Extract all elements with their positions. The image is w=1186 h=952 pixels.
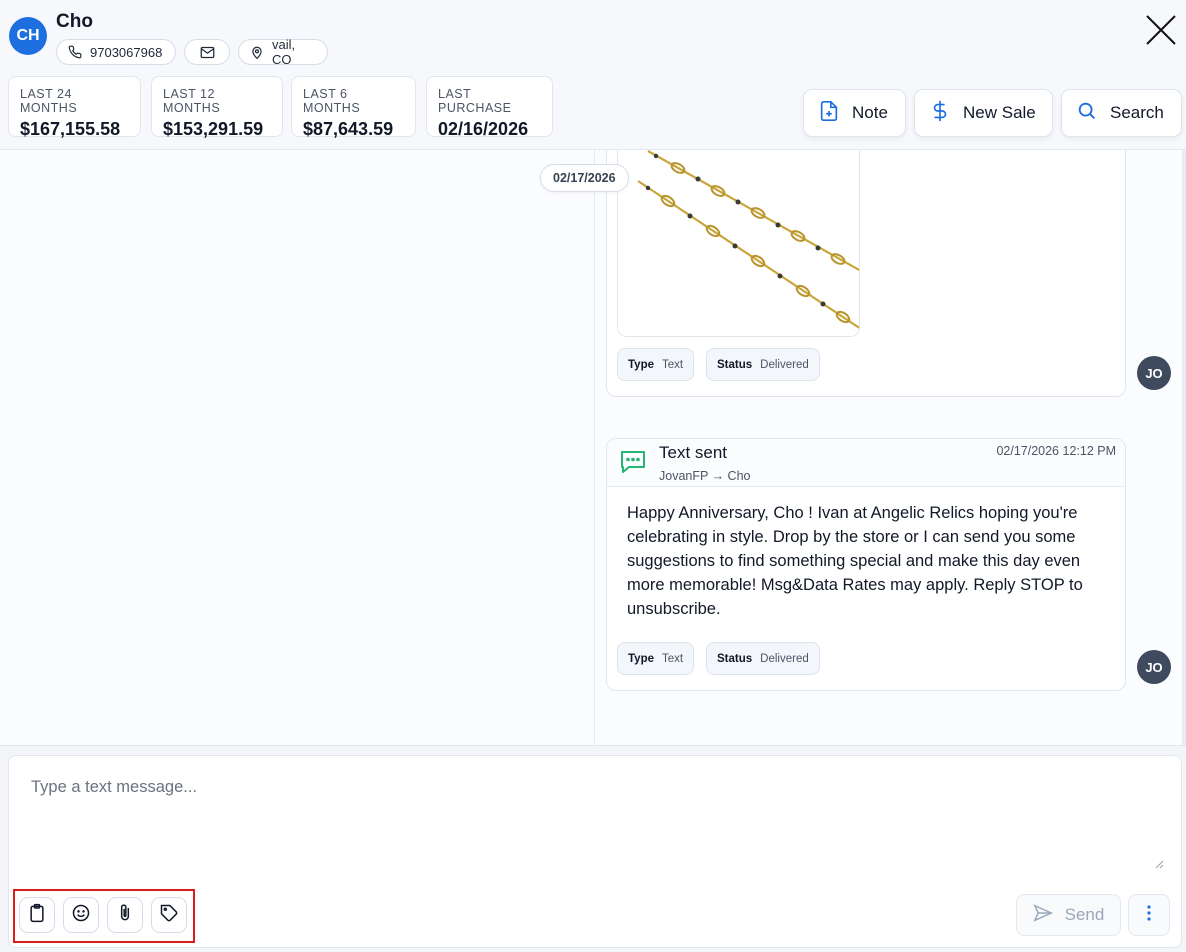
stat-value: $87,643.59 bbox=[303, 119, 394, 139]
close-icon bbox=[1146, 15, 1176, 45]
type-key: Type bbox=[628, 652, 654, 665]
tag-icon bbox=[159, 903, 179, 928]
stat-label: LAST 24 MONTHS bbox=[20, 87, 78, 115]
tag-button[interactable] bbox=[151, 897, 187, 933]
stat-last-6-months: LAST 6 MONTHS $87,643.59 bbox=[291, 76, 416, 139]
note-label: Note bbox=[852, 103, 888, 122]
scrollbar[interactable] bbox=[1182, 150, 1186, 745]
stat-last-12-months: LAST 12 MONTHS $153,291.59 bbox=[151, 76, 283, 139]
status-key: Status bbox=[717, 652, 753, 665]
chat-bubble-icon bbox=[619, 449, 647, 480]
stat-label: LAST 12 MONTHS bbox=[163, 87, 221, 115]
message-title: Text sent bbox=[659, 443, 728, 462]
email-chip[interactable] bbox=[184, 39, 230, 65]
type-value: Text bbox=[662, 358, 684, 371]
message-body: Happy Anniversary, Cho ! Ivan at Angelic… bbox=[627, 504, 1083, 618]
status-key: Status bbox=[717, 358, 753, 371]
sender-avatar: JO bbox=[1137, 650, 1171, 684]
type-tag: Type Text bbox=[617, 642, 695, 675]
conversation-panel[interactable]: 02/17/2026 Type Text Status Delivered JO… bbox=[0, 150, 1186, 745]
search-label: Search bbox=[1110, 103, 1164, 122]
phone-icon bbox=[68, 45, 82, 59]
status-value: Delivered bbox=[760, 358, 809, 371]
search-icon bbox=[1076, 100, 1098, 127]
type-value: Text bbox=[662, 652, 684, 665]
new-sale-button[interactable]: New Sale bbox=[914, 89, 1053, 137]
location-pin-icon bbox=[250, 45, 264, 60]
vertical-dots-icon bbox=[1146, 904, 1152, 927]
phone-number: 9703067968 bbox=[90, 44, 163, 60]
phone-chip[interactable]: 9703067968 bbox=[56, 39, 176, 65]
stat-value: 02/16/2026 bbox=[438, 119, 529, 139]
template-button[interactable] bbox=[19, 897, 55, 933]
location-chip[interactable]: vail, CO bbox=[238, 37, 328, 67]
type-tag: Type Text bbox=[617, 348, 695, 381]
clipboard-icon bbox=[27, 903, 47, 928]
send-button[interactable]: Send bbox=[1016, 894, 1121, 936]
paperclip-icon bbox=[115, 903, 135, 928]
emoji-button[interactable] bbox=[63, 897, 99, 933]
location-text: vail, CO bbox=[272, 37, 296, 67]
message-route: JovanFP → Cho bbox=[659, 469, 751, 483]
search-button[interactable]: Search bbox=[1061, 89, 1182, 137]
stat-last-24-months: LAST 24 MONTHS $167,155.58 bbox=[8, 76, 141, 139]
new-sale-label: New Sale bbox=[963, 103, 1036, 122]
stat-label: LAST PURCHASE bbox=[438, 87, 512, 115]
customer-avatar: CH bbox=[9, 17, 47, 55]
status-tag: Status Delivered bbox=[706, 642, 820, 675]
customer-header: CH Cho 9703067968 vail, CO LAST 24 MONTH… bbox=[0, 0, 1186, 150]
status-tag: Status Delivered bbox=[706, 348, 820, 381]
stat-value: $153,291.59 bbox=[163, 119, 264, 139]
stat-value: $167,155.58 bbox=[20, 119, 121, 139]
dollar-icon bbox=[929, 100, 951, 127]
type-key: Type bbox=[628, 358, 654, 371]
note-button[interactable]: Note bbox=[803, 89, 906, 137]
message-header: Text sent JovanFP → Cho 02/17/2026 12:12… bbox=[607, 439, 1125, 487]
note-add-icon bbox=[818, 100, 840, 127]
more-options-button[interactable] bbox=[1128, 894, 1170, 936]
message-timestamp: 02/17/2026 12:12 PM bbox=[996, 444, 1116, 458]
mail-icon bbox=[200, 46, 215, 59]
smiley-icon bbox=[71, 903, 91, 928]
resize-handle-icon[interactable] bbox=[1154, 856, 1164, 869]
send-label: Send bbox=[1064, 905, 1105, 924]
attach-button[interactable] bbox=[107, 897, 143, 933]
stat-label: LAST 6 MONTHS bbox=[303, 87, 361, 115]
stat-last-purchase: LAST PURCHASE 02/16/2026 bbox=[426, 76, 553, 139]
message-input[interactable] bbox=[19, 766, 1169, 876]
timeline-divider bbox=[594, 150, 595, 745]
status-value: Delivered bbox=[760, 652, 809, 665]
customer-name: Cho bbox=[56, 11, 93, 32]
date-separator: 02/17/2026 bbox=[540, 164, 629, 192]
necklace-image bbox=[618, 150, 859, 336]
send-icon bbox=[1033, 903, 1053, 927]
close-button[interactable] bbox=[1144, 13, 1178, 47]
sender-avatar: JO bbox=[1137, 356, 1171, 390]
product-image bbox=[617, 150, 860, 337]
